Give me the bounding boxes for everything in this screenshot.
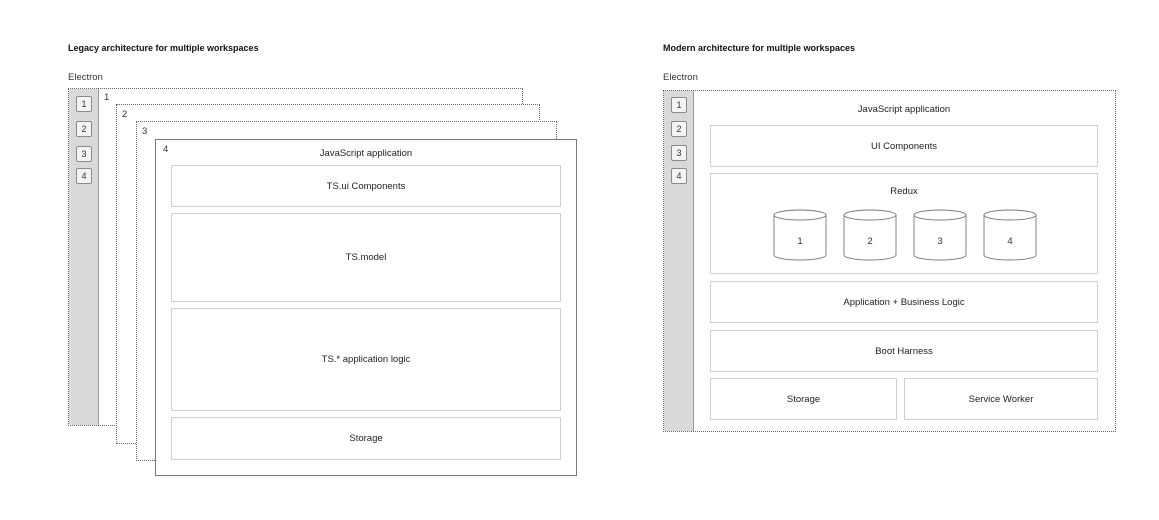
legacy-sidebar: [69, 89, 99, 425]
redux-store-1-label: 1: [797, 236, 802, 247]
modern-app-logic-box: Application + Business Logic: [710, 281, 1098, 323]
legacy-model-box: TS.model: [171, 213, 561, 302]
redux-store-3-label: 3: [937, 236, 942, 247]
modern-redux-title: Redux: [890, 186, 918, 197]
legacy-ui-components-box: TS.ui Components: [171, 165, 561, 207]
legacy-workspace-button-4[interactable]: 4: [76, 168, 92, 184]
legacy-workspace-button-3[interactable]: 3: [76, 146, 92, 162]
redux-store-4-icon: [983, 209, 1037, 261]
modern-workspace-button-2[interactable]: 2: [671, 121, 687, 137]
redux-store-2-label: 2: [867, 236, 872, 247]
legacy-storage-box: Storage: [171, 417, 561, 460]
modern-boot-harness-box: Boot Harness: [710, 330, 1098, 372]
legacy-layer-number-1: 1: [104, 92, 110, 103]
legacy-application-logic-box: TS.* application logic: [171, 308, 561, 411]
modern-title: Modern architecture for multiple workspa…: [663, 43, 856, 53]
modern-app-title: JavaScript application: [857, 104, 951, 115]
modern-workspace-button-4[interactable]: 4: [671, 168, 687, 184]
modern-sidebar: [664, 91, 694, 431]
legacy-layer-number-3: 3: [142, 126, 148, 137]
legacy-electron-label: Electron: [68, 72, 103, 83]
diagram-canvas: Legacy architecture for multiple workspa…: [0, 0, 1159, 520]
modern-workspace-button-1[interactable]: 1: [671, 97, 687, 113]
legacy-layer-number-2: 2: [122, 109, 128, 120]
legacy-workspace-button-1[interactable]: 1: [76, 96, 92, 112]
redux-store-1-icon: [773, 209, 827, 261]
redux-store-3-icon: [913, 209, 967, 261]
redux-store-4-label: 4: [1007, 236, 1012, 247]
modern-workspace-button-3[interactable]: 3: [671, 145, 687, 161]
legacy-workspace-button-2[interactable]: 2: [76, 121, 92, 137]
modern-electron-label: Electron: [663, 72, 698, 83]
legacy-title: Legacy architecture for multiple workspa…: [68, 43, 259, 53]
legacy-layer-number-4: 4: [163, 144, 169, 155]
redux-store-2-icon: [843, 209, 897, 261]
modern-ui-components-box: UI Components: [710, 125, 1098, 167]
modern-storage-box: Storage: [710, 378, 897, 420]
modern-service-worker-box: Service Worker: [904, 378, 1098, 420]
legacy-app-title: JavaScript application: [319, 148, 413, 159]
redux-stores: 1 2 3 4: [773, 209, 1037, 261]
